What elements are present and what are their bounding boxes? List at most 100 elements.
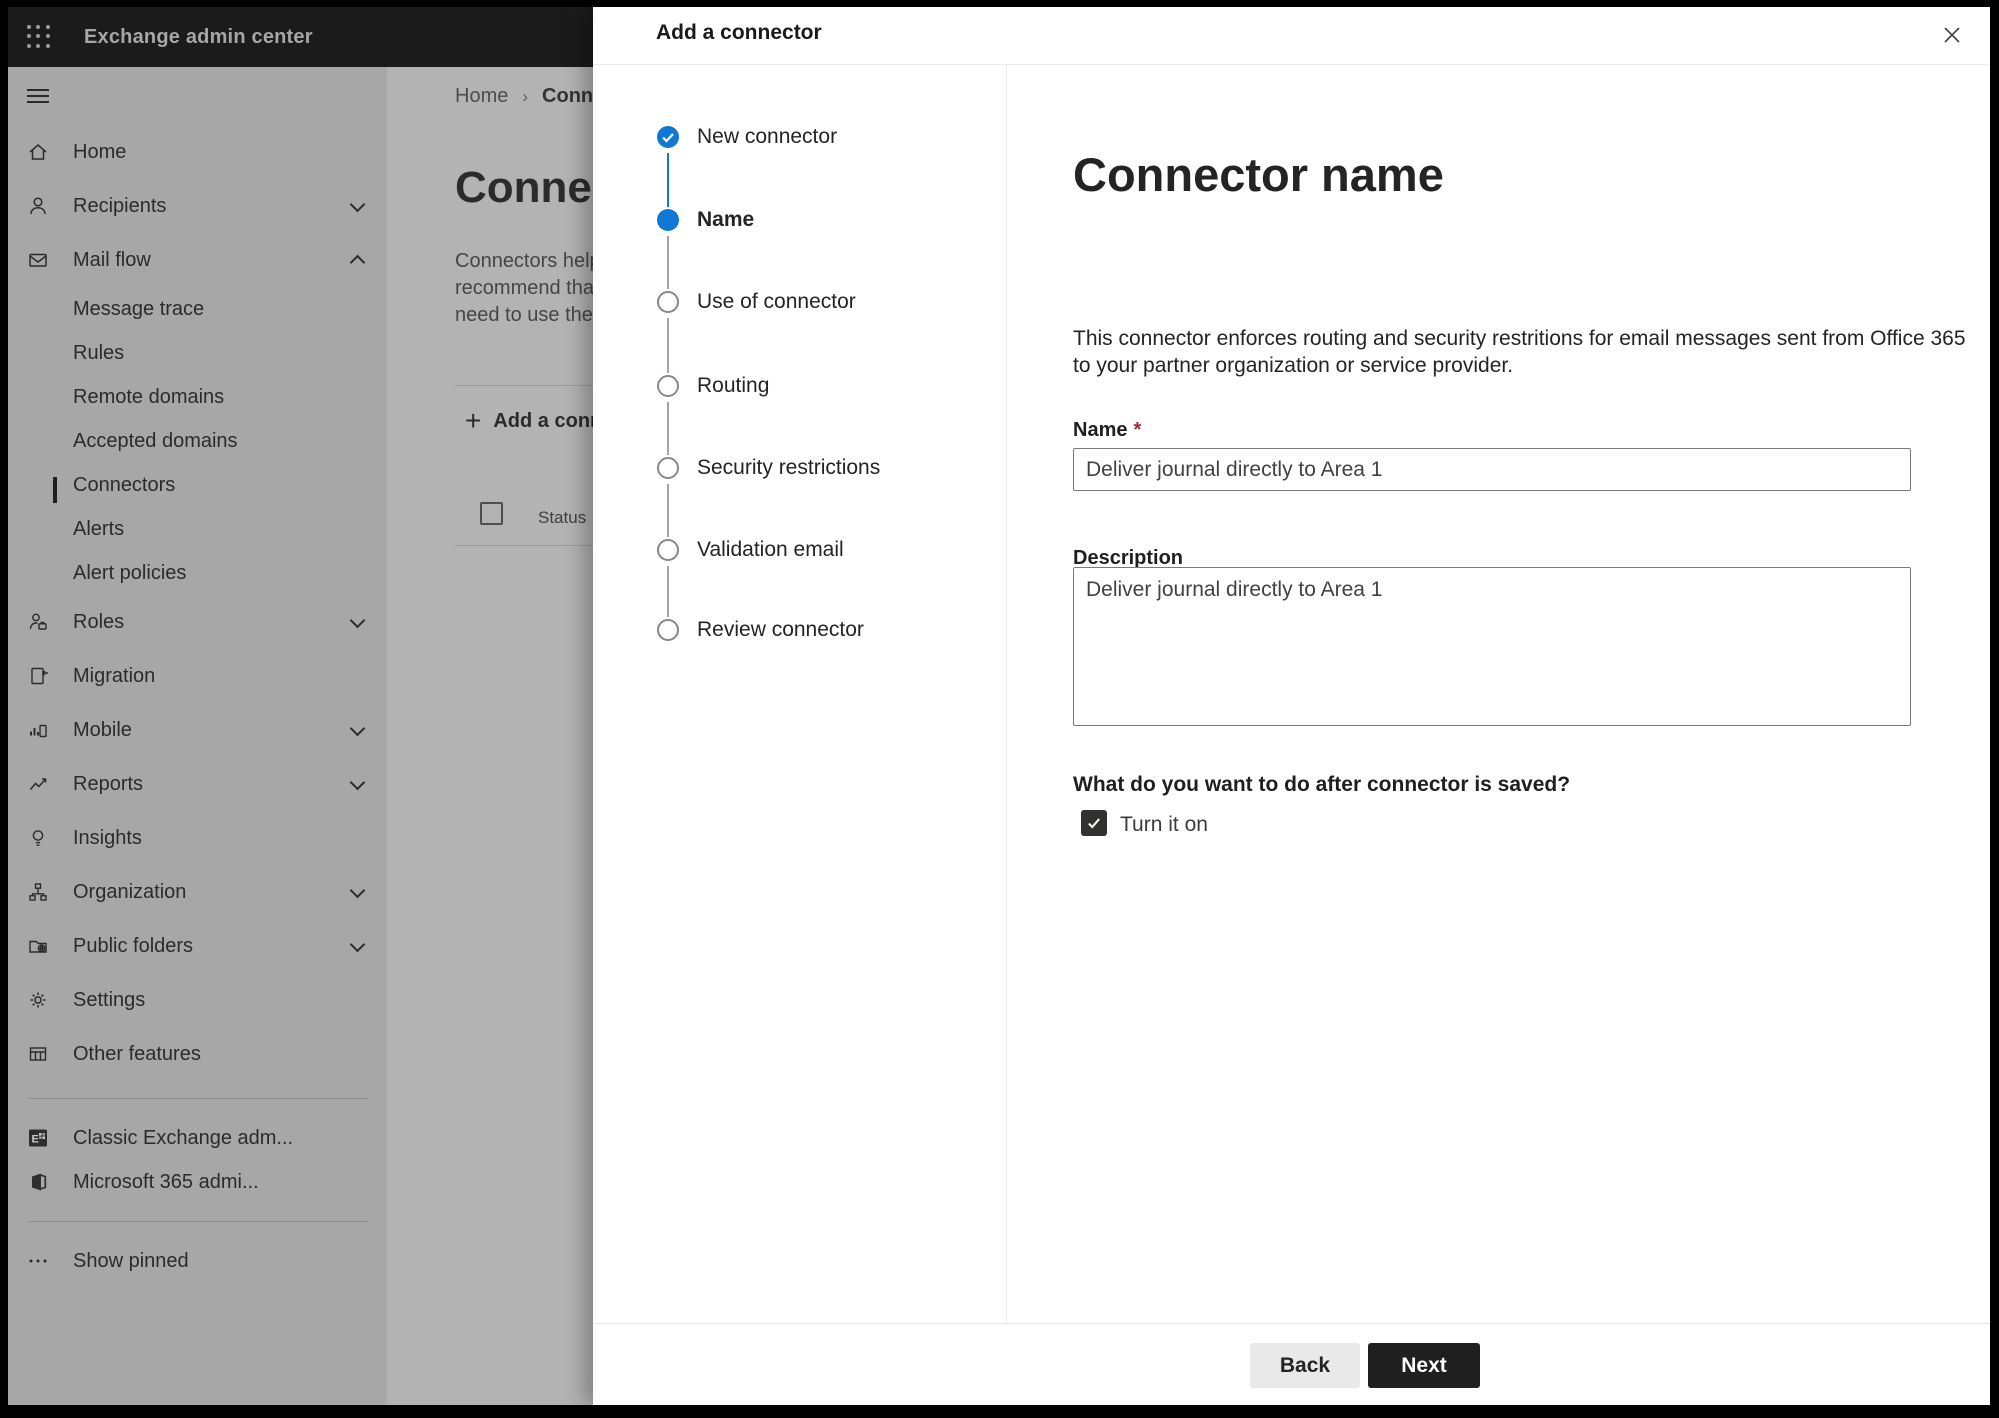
sidebar-item-label: Organization — [73, 880, 187, 903]
lightbulb-icon — [27, 827, 49, 849]
sidebar-item-label: Insights — [73, 826, 142, 849]
name-field-label: Name * — [1073, 419, 1142, 441]
step-completed-icon — [657, 126, 679, 148]
sidebar-item-label: Recipients — [73, 194, 167, 217]
home-icon — [27, 141, 49, 163]
sidebar-item-show-pinned[interactable]: Show pinned — [8, 1239, 387, 1283]
sidebar-item-mobile[interactable]: Mobile — [8, 703, 387, 757]
step-label: Use of connector — [697, 290, 856, 313]
roles-icon — [27, 611, 49, 633]
reports-icon — [27, 773, 49, 795]
step-connector-line — [667, 236, 669, 289]
step-label: New connector — [697, 125, 838, 148]
sidebar-item-message-trace[interactable]: Message trace — [8, 287, 387, 331]
chevron-down-icon — [349, 882, 366, 899]
sidebar-divider — [27, 1098, 368, 1099]
select-all-checkbox[interactable] — [480, 502, 503, 525]
sidebar-item-other-features[interactable]: Other features — [8, 1027, 387, 1081]
turn-it-on-label: Turn it on — [1120, 813, 1208, 836]
table-icon — [27, 1043, 49, 1065]
folder-globe-icon — [27, 935, 49, 957]
sidebar-item-mail-flow[interactable]: Mail flow — [8, 233, 387, 287]
org-chart-icon — [27, 881, 49, 903]
sidebar-item-migration[interactable]: Migration — [8, 649, 387, 703]
status-column-header[interactable]: Status — [538, 508, 586, 528]
sidebar-item-recipients[interactable]: Recipients — [8, 179, 387, 233]
name-input[interactable] — [1073, 448, 1911, 491]
step-upcoming-icon — [657, 539, 679, 561]
sidebar-item-label: Migration — [73, 664, 156, 687]
breadcrumb-current: Conne — [542, 85, 593, 107]
divider — [455, 545, 593, 546]
required-marker: * — [1133, 419, 1142, 441]
sidebar-item-label: Public folders — [73, 934, 194, 957]
app-launcher-icon[interactable] — [27, 25, 51, 49]
sidebar-item-insights[interactable]: Insights — [8, 811, 387, 865]
selected-indicator — [53, 477, 57, 503]
sidebar-item-label: Reports — [73, 772, 144, 795]
sidebar-item-accepted-domains[interactable]: Accepted domains — [8, 419, 387, 463]
sidebar-item-classic-exchange[interactable]: E Classic Exchange adm... — [8, 1116, 387, 1160]
plus-icon: + — [465, 405, 482, 436]
after-save-question: What do you want to do after connector i… — [1073, 773, 1571, 796]
sidebar-item-public-folders[interactable]: Public folders — [8, 919, 387, 973]
sidebar-item-remote-domains[interactable]: Remote domains — [8, 375, 387, 419]
step-label: Validation email — [697, 538, 844, 561]
description-textarea[interactable]: Deliver journal directly to Area 1 — [1073, 567, 1911, 726]
sidebar: Home Recipients Mail flow Message trace … — [8, 67, 387, 1405]
office-logo-icon — [27, 1171, 49, 1193]
step-upcoming-icon — [657, 375, 679, 397]
step-upcoming-icon — [657, 619, 679, 641]
step-connector-line — [667, 566, 669, 617]
sidebar-item-reports[interactable]: Reports — [8, 757, 387, 811]
page-title: Connect — [455, 163, 593, 212]
hamburger-icon[interactable] — [27, 85, 49, 107]
sidebar-divider — [27, 1221, 368, 1222]
close-icon[interactable] — [1940, 23, 1964, 47]
sidebar-item-home[interactable]: Home — [8, 125, 387, 179]
wizard-page-heading: Connector name — [1073, 148, 1444, 201]
gear-icon — [27, 989, 49, 1011]
step-label: Security restrictions — [697, 456, 881, 479]
sidebar-item-rules[interactable]: Rules — [8, 331, 387, 375]
exchange-logo-icon: E — [27, 1127, 49, 1149]
breadcrumb-home[interactable]: Home — [455, 85, 508, 108]
sidebar-item-connectors[interactable]: Connectors — [8, 463, 387, 507]
divider — [455, 385, 593, 386]
sidebar-item-label: Roles — [73, 610, 125, 633]
divider — [593, 1323, 1990, 1324]
sidebar-item-alerts[interactable]: Alerts — [8, 507, 387, 551]
sidebar-item-label: Mail flow — [73, 248, 151, 271]
sidebar-item-label: Settings — [73, 988, 146, 1011]
divider — [593, 64, 1990, 65]
sidebar-item-label: Microsoft 365 admi... — [73, 1170, 259, 1193]
sidebar-item-label: Classic Exchange adm... — [73, 1126, 294, 1149]
step-label: Review connector — [697, 618, 864, 641]
back-button[interactable]: Back — [1250, 1343, 1360, 1388]
sidebar-item-label: Other features — [73, 1042, 201, 1065]
modal-title: Add a connector — [656, 21, 822, 44]
step-upcoming-icon — [657, 457, 679, 479]
step-connector-line — [667, 484, 669, 537]
mobile-icon — [27, 719, 49, 741]
sidebar-item-roles[interactable]: Roles — [8, 595, 387, 649]
sidebar-item-settings[interactable]: Settings — [8, 973, 387, 1027]
step-connector-line — [667, 318, 669, 373]
person-icon — [27, 195, 49, 217]
step-connector-line — [667, 402, 669, 455]
next-button[interactable]: Next — [1368, 1343, 1480, 1388]
sidebar-item-organization[interactable]: Organization — [8, 865, 387, 919]
turn-it-on-checkbox[interactable] — [1081, 810, 1107, 836]
background-page: Home › Conne Connect Connectors help rec… — [387, 67, 593, 1405]
add-connector-button[interactable]: + Add a conn — [465, 407, 593, 435]
sidebar-item-label: Show pinned — [73, 1249, 189, 1272]
sidebar-item-alert-policies[interactable]: Alert policies — [8, 551, 387, 595]
sidebar-item-label: Home — [73, 140, 127, 163]
wizard-page-description: This connector enforces routing and secu… — [1073, 327, 1966, 377]
chevron-down-icon — [349, 612, 366, 629]
step-connector-line — [667, 153, 669, 207]
svg-text:E: E — [32, 1134, 39, 1146]
sidebar-item-m365-admin[interactable]: Microsoft 365 admi... — [8, 1160, 387, 1204]
page-description: Connectors help recommend that need to u… — [455, 250, 593, 326]
step-label: Name — [697, 208, 755, 231]
